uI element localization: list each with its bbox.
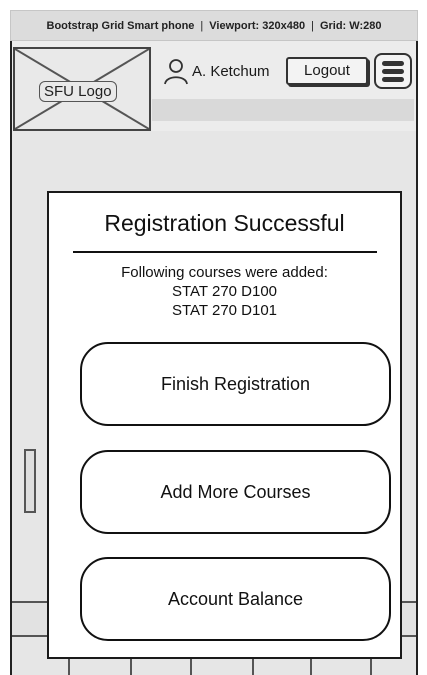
user-name: A. Ketchum [192, 62, 270, 80]
app-header: SFU Logo A. Ketchum Logout [12, 41, 416, 131]
logo-placeholder: SFU Logo [13, 47, 151, 131]
list-item: STAT 270 D101 [171, 302, 278, 319]
hamburger-menu-icon[interactable] [374, 53, 412, 89]
user-icon [164, 59, 188, 85]
logo-label: SFU Logo [39, 81, 117, 102]
caption-separator: | [200, 19, 204, 32]
dialog-message: Following courses were added: STAT 270 D… [49, 263, 400, 320]
account-balance-button[interactable]: Account Balance [80, 557, 391, 641]
background-panel [24, 449, 36, 513]
header-strip [152, 99, 414, 121]
added-course-list: STAT 270 D100 STAT 270 D101 [49, 282, 400, 320]
finish-registration-button[interactable]: Finish Registration [80, 342, 391, 426]
dialog-divider [73, 251, 377, 253]
viewport-caption-bar: Bootstrap Grid Smart phone | Viewport: 3… [10, 10, 418, 41]
caption-grid: Grid: W:280 [319, 19, 382, 32]
user-info[interactable]: A. Ketchum [162, 57, 270, 85]
logout-button[interactable]: Logout [286, 57, 368, 85]
caption-title: Bootstrap Grid Smart phone [46, 19, 195, 32]
registration-success-dialog: Registration Successful Following course… [47, 191, 402, 659]
dialog-title: Registration Successful [104, 210, 345, 236]
list-item: STAT 270 D100 [171, 283, 278, 300]
dialog-message-text: Following courses were added: [121, 264, 328, 281]
add-more-courses-button[interactable]: Add More Courses [80, 450, 391, 534]
caption-separator: | [311, 19, 314, 32]
caption-viewport: Viewport: 320x480 [209, 19, 306, 32]
phone-frame: SFU Logo A. Ketchum Logout Registration … [10, 41, 418, 675]
